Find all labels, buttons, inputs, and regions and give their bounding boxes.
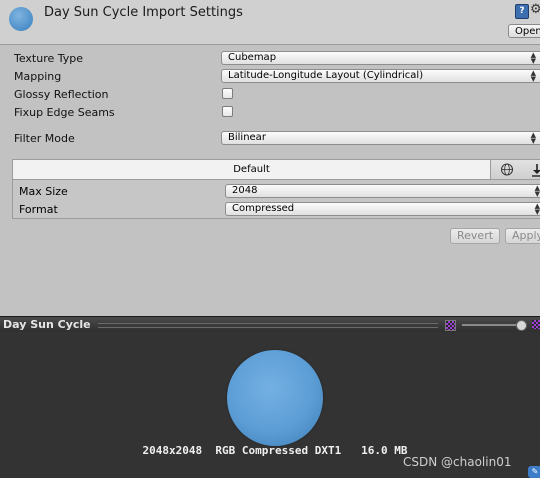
revert-button[interactable]: Revert (450, 228, 500, 244)
filter-mode-dropdown[interactable]: Bilinear ▲ ▼ (221, 131, 540, 145)
format-dropdown[interactable]: Compressed ▲ ▼ (225, 202, 540, 216)
mapping-value: Latitude-Longitude Layout (Cylindrical) (228, 70, 424, 81)
open-button[interactable]: Open (508, 24, 540, 38)
glossy-reflection-label: Glossy Reflection (14, 88, 109, 101)
mapping-dropdown[interactable]: Latitude-Longitude Layout (Cylindrical) … (221, 69, 540, 83)
texture-type-dropdown[interactable]: Cubemap ▲ ▼ (221, 51, 540, 65)
preview-header: Day Sun Cycle (0, 316, 540, 333)
alpha-toggle-icon[interactable] (445, 320, 456, 331)
dropdown-arrows-icon: ▲ ▼ (534, 202, 540, 216)
max-size-dropdown[interactable]: 2048 ▲ ▼ (225, 184, 540, 198)
glossy-reflection-checkbox[interactable] (222, 88, 233, 99)
dropdown-arrows-icon: ▲ ▼ (534, 184, 540, 198)
mapping-label: Mapping (14, 70, 62, 83)
texture-type-value: Cubemap (228, 52, 277, 63)
platform-settings-panel: Default Max Size 2048 ▲ ▼ Format Compress… (12, 159, 540, 219)
fixup-edge-seams-checkbox[interactable] (222, 106, 233, 117)
cubemap-preview-sphere[interactable] (227, 350, 323, 446)
inspector-header: Day Sun Cycle Import Settings ? ⚙ Open (0, 0, 540, 45)
watermark: CSDN @chaolin01 (403, 455, 512, 469)
apply-button[interactable]: Apply (505, 228, 540, 244)
slider-thumb[interactable] (516, 320, 527, 331)
tab-default[interactable]: Default (13, 160, 491, 179)
download-icon[interactable] (524, 161, 540, 178)
preview-area: 2048x2048 RGB Compressed DXT1 16.0 MB CS… (0, 332, 540, 478)
badge-icon: ✎ (528, 466, 540, 478)
resize-grip[interactable] (98, 323, 438, 328)
filter-mode-label: Filter Mode (14, 132, 75, 145)
format-value: Compressed (232, 203, 295, 214)
fixup-edge-seams-label: Fixup Edge Seams (14, 106, 115, 119)
dropdown-arrows-icon: ▲ ▼ (530, 51, 536, 65)
globe-icon[interactable] (494, 161, 520, 178)
filter-mode-value: Bilinear (228, 132, 266, 143)
max-size-value: 2048 (232, 185, 258, 196)
texture-type-label: Texture Type (14, 52, 84, 65)
max-size-label: Max Size (19, 185, 68, 198)
format-label: Format (19, 203, 58, 216)
platform-tab-bar: Default (13, 160, 540, 180)
preview-title: Day Sun Cycle (3, 318, 91, 331)
gear-icon[interactable]: ⚙ (530, 2, 540, 18)
texture-thumbnail (9, 7, 33, 31)
dropdown-arrows-icon: ▲ ▼ (530, 131, 536, 145)
inspector-title: Day Sun Cycle Import Settings (44, 5, 243, 20)
mip-level-icon (532, 320, 540, 329)
help-icon[interactable]: ? (515, 4, 529, 19)
dropdown-arrows-icon: ▲ ▼ (530, 69, 536, 83)
